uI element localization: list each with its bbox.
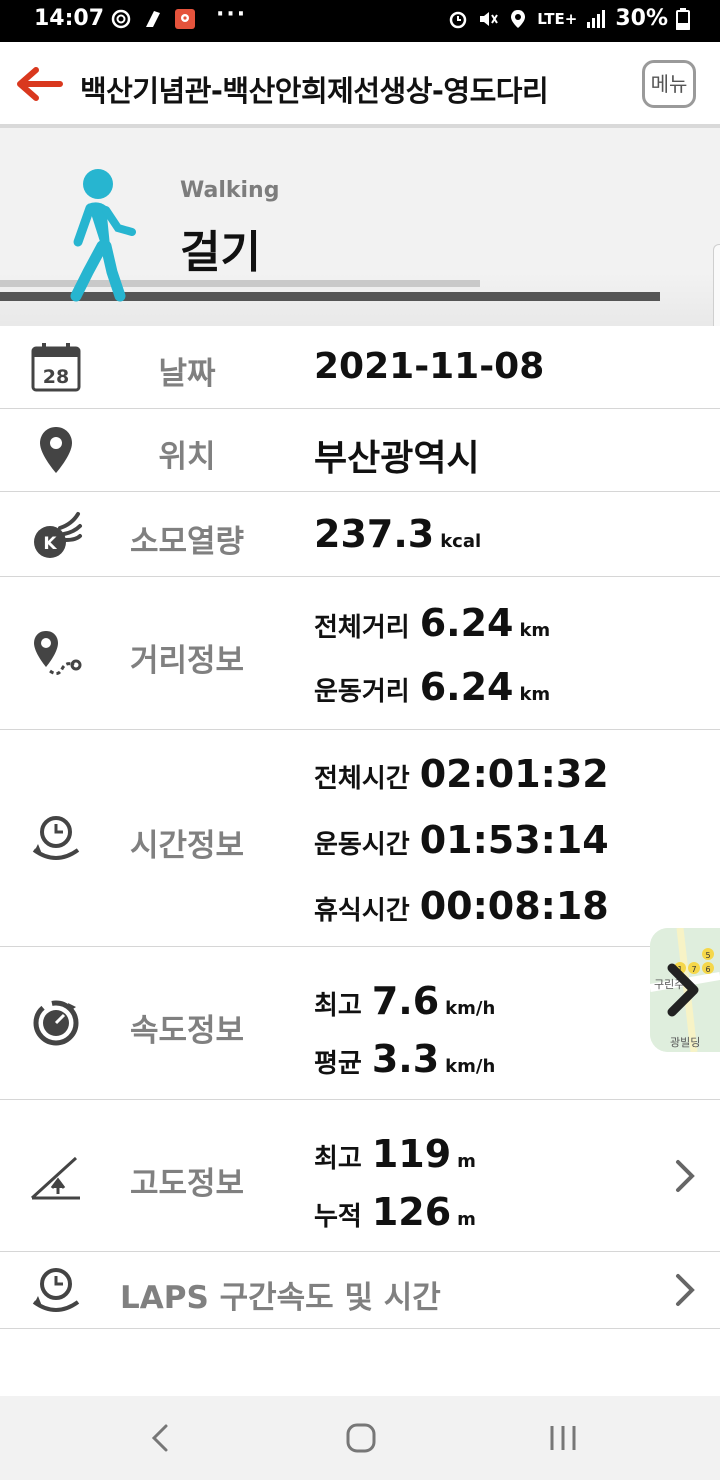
max-speed: 최고 7.6 km/h <box>314 979 495 1023</box>
speed-label: 속도정보 <box>129 1013 245 1049</box>
exercise-time: 운동시간 01:53:14 <box>314 818 609 862</box>
total-time-value: 02:01:32 <box>419 752 609 796</box>
chevron-right-icon <box>676 1160 695 1192</box>
calories-value: 237.3 kcal <box>314 512 481 556</box>
calories-row: K 소모열량 237.3 kcal <box>0 492 720 577</box>
max-altitude-value: 119 <box>371 1132 452 1176</box>
exercise-time-label: 운동시간 <box>314 830 410 860</box>
altitude-slope-icon <box>30 1156 80 1200</box>
calories-unit: kcal <box>440 531 482 552</box>
distance-row: 거리정보 전체거리 6.24 km 운동거리 6.24 km <box>0 577 720 730</box>
gear-notification-icon <box>111 9 131 29</box>
avg-speed: 평균 3.3 km/h <box>314 1037 495 1081</box>
altitude-row[interactable]: 고도정보 최고 119 m 누적 126 m <box>0 1100 720 1252</box>
exercise-distance-label: 운동거리 <box>314 677 410 707</box>
page-title: 백산기념관-백산안희제선생상-영도다리 <box>80 74 549 108</box>
max-altitude-label: 최고 <box>314 1144 362 1174</box>
nav-recents-icon[interactable] <box>546 1420 580 1456</box>
laps-clock-icon <box>32 1268 80 1312</box>
status-time: 14:07 <box>34 6 105 31</box>
cumulative-altitude-label: 누적 <box>314 1202 362 1232</box>
mute-icon <box>480 11 499 26</box>
walking-person-icon <box>70 169 136 302</box>
time-label: 시간정보 <box>129 828 245 864</box>
back-arrow-icon[interactable] <box>14 64 64 104</box>
speed-row: 속도정보 최고 7.6 km/h 평균 3.3 km/h <box>0 947 720 1100</box>
date-label: 날짜 <box>158 356 216 392</box>
battery-icon <box>676 7 690 30</box>
cumulative-altitude-unit: m <box>457 1209 476 1230</box>
date-row: 28 날짜 2021-11-08 <box>0 326 720 409</box>
map-pin-3: 6 <box>705 965 710 974</box>
max-speed-label: 최고 <box>314 991 362 1021</box>
max-speed-value: 7.6 <box>371 979 440 1023</box>
total-time-label: 전체시간 <box>314 764 410 794</box>
battery-percent: 30% <box>615 6 668 31</box>
nav-home-icon[interactable] <box>344 1420 378 1456</box>
location-label: 위치 <box>158 439 216 475</box>
max-altitude-unit: m <box>457 1151 476 1172</box>
avg-speed-value: 3.3 <box>371 1037 440 1081</box>
exercise-distance-unit: km <box>519 684 551 705</box>
map-preview: 1 7 6 5 구린주 광빌딩 <box>650 928 720 1052</box>
chevron-right-icon <box>676 1274 695 1306</box>
time-row: 시간정보 전체시간 02:01:32 운동시간 01:53:14 휴식시간 00:08… <box>0 730 720 947</box>
max-speed-unit: km/h <box>445 998 496 1019</box>
network-type: LTE+ <box>537 9 578 28</box>
total-time: 전체시간 02:01:32 <box>314 752 609 796</box>
laps-label: LAPS 구간속도 및 시간 <box>120 1280 441 1316</box>
rest-time: 휴식시간 00:08:18 <box>314 884 609 928</box>
status-bar: 14:07 ··· LTE+ 30% <box>0 0 720 42</box>
total-distance-unit: km <box>519 620 551 641</box>
avg-speed-unit: km/h <box>445 1056 496 1077</box>
distance-label: 거리정보 <box>129 643 245 679</box>
exercise-distance-value: 6.24 <box>419 665 514 709</box>
speedometer-icon <box>33 1000 79 1046</box>
exercise-time-value: 01:53:14 <box>419 818 609 862</box>
total-distance-value: 6.24 <box>419 601 514 645</box>
exercise-distance: 운동거리 6.24 km <box>314 665 550 709</box>
notification-icons <box>110 8 196 30</box>
calorie-flame-icon: K <box>34 512 82 558</box>
calories-number: 237.3 <box>314 512 435 556</box>
activity-banner: Walking 걸기 <box>0 128 720 326</box>
date-value: 2021-11-08 <box>314 346 545 387</box>
nav-back-icon[interactable] <box>146 1420 174 1456</box>
cumulative-altitude: 누적 126 m <box>314 1190 476 1234</box>
route-distance-icon <box>34 631 82 676</box>
svg-text:K: K <box>43 534 57 554</box>
app-header: 백산기념관-백산안희제선생상-영도다리 메뉴 <box>0 42 720 128</box>
clock-cycle-icon <box>32 816 80 860</box>
rest-time-label: 휴식시간 <box>314 896 410 926</box>
total-distance-label: 전체거리 <box>314 613 410 643</box>
alarm-icon <box>449 11 467 28</box>
map-thumbnail-button[interactable]: 1 7 6 5 구린주 광빌딩 <box>650 928 720 1052</box>
avg-speed-label: 평균 <box>314 1049 362 1079</box>
calories-label: 소모열량 <box>129 524 245 560</box>
map-pin-4: 5 <box>705 951 710 960</box>
system-nav-bar <box>0 1396 720 1480</box>
location-icon <box>511 9 526 28</box>
calendar-icon: 28 <box>31 343 81 392</box>
activity-name-ko: 걸기 <box>180 227 261 278</box>
app-notification-icon <box>146 11 160 27</box>
total-distance: 전체거리 6.24 km <box>314 601 550 645</box>
system-status: LTE+ 30% <box>447 6 690 31</box>
cumulative-altitude-value: 126 <box>371 1190 452 1234</box>
calendar-day: 28 <box>43 366 69 388</box>
location-value: 부산광역시 <box>314 438 480 479</box>
menu-button[interactable]: 메뉴 <box>642 60 696 108</box>
map-pin-2: 7 <box>691 965 696 974</box>
map-text-2: 광빌딩 <box>670 1036 700 1049</box>
more-notifications: ··· <box>216 2 248 27</box>
signal-icon <box>587 9 606 28</box>
rest-time-value: 00:08:18 <box>419 884 609 928</box>
map-pin-icon <box>40 427 72 473</box>
activity-name-en: Walking <box>180 178 280 203</box>
max-altitude: 최고 119 m <box>314 1132 476 1176</box>
laps-row[interactable]: LAPS 구간속도 및 시간 <box>0 1252 720 1329</box>
location-row: 위치 부산광역시 <box>0 409 720 492</box>
location-app-icon <box>175 9 195 29</box>
altitude-label: 고도정보 <box>129 1166 245 1202</box>
